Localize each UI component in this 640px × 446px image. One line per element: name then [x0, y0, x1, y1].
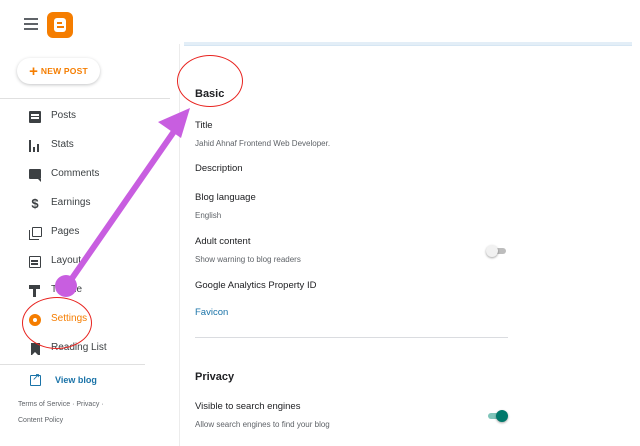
sidebar-item-posts[interactable]: Posts [0, 104, 170, 130]
view-blog-label: View blog [55, 375, 97, 385]
footer-separator: · [72, 401, 75, 408]
description-field-label[interactable]: Description [195, 163, 243, 174]
visible-search-engines-description: Allow search engines to find your blog [195, 420, 330, 429]
sidebar-divider [0, 98, 170, 99]
blogger-logo-icon[interactable] [47, 12, 73, 38]
title-field-value[interactable]: Jahid Ahnaf Frontend Web Developer. [195, 139, 330, 148]
sidebar-item-reading-list[interactable]: Reading List [0, 336, 170, 362]
visible-search-engines-toggle[interactable] [486, 410, 508, 422]
sidebar-item-label: Pages [51, 226, 80, 237]
sidebar-item-theme[interactable]: Theme [0, 278, 170, 304]
pages-icon [29, 227, 42, 240]
layout-icon [29, 256, 41, 268]
content-top-bar [184, 42, 632, 46]
dollar-icon: $ [31, 196, 39, 211]
view-blog-link[interactable]: View blog [0, 370, 145, 392]
sidebar-item-pages[interactable]: Pages [0, 220, 170, 246]
open-in-new-icon [30, 372, 41, 386]
sidebar-item-label: Earnings [51, 197, 91, 208]
comments-icon [29, 169, 41, 182]
blog-language-label[interactable]: Blog language [195, 192, 256, 203]
new-post-button[interactable]: + NEW POST [17, 58, 100, 84]
sidebar-item-label: Comments [51, 168, 100, 179]
sidebar-item-earnings[interactable]: $ Earnings [0, 191, 170, 217]
content-border [179, 44, 180, 446]
sidebar-item-layout[interactable]: Layout [0, 249, 170, 275]
privacy-section-title: Privacy [195, 371, 235, 383]
annotation-circle-basic [177, 55, 243, 107]
adult-content-description: Show warning to blog readers [195, 255, 301, 264]
posts-icon [29, 111, 41, 123]
terms-link[interactable]: Terms of Service [18, 401, 70, 408]
sidebar-divider [0, 364, 145, 365]
adult-content-toggle[interactable] [486, 245, 508, 257]
sidebar-item-label: Theme [51, 284, 83, 295]
adult-content-label: Adult content [195, 236, 251, 247]
sidebar-item-stats[interactable]: Stats [0, 133, 170, 159]
sidebar-item-label: Layout [51, 255, 82, 266]
sidebar-item-comments[interactable]: Comments [0, 162, 170, 188]
footer-separator: · [101, 401, 104, 408]
title-field-label[interactable]: Title [195, 120, 213, 131]
hamburger-menu-icon[interactable] [24, 18, 38, 30]
theme-icon [29, 285, 41, 297]
sidebar-footer: Terms of Service · Privacy · Content Pol… [18, 397, 138, 429]
favicon-link[interactable]: Favicon [195, 307, 228, 318]
analytics-id-label[interactable]: Google Analytics Property ID [195, 280, 316, 291]
blog-language-value[interactable]: English [195, 211, 221, 220]
content-policy-link[interactable]: Content Policy [18, 417, 63, 424]
sidebar-item-label: Posts [51, 110, 77, 121]
privacy-link[interactable]: Privacy [76, 401, 99, 408]
top-bar [0, 0, 640, 48]
sidebar-item-label: Stats [51, 139, 74, 150]
visible-search-engines-label: Visible to search engines [195, 401, 301, 412]
annotation-circle-settings [22, 297, 92, 349]
section-divider [195, 337, 508, 338]
new-post-label: NEW POST [40, 66, 88, 76]
plus-icon: + [29, 62, 38, 80]
stats-icon [29, 140, 41, 152]
